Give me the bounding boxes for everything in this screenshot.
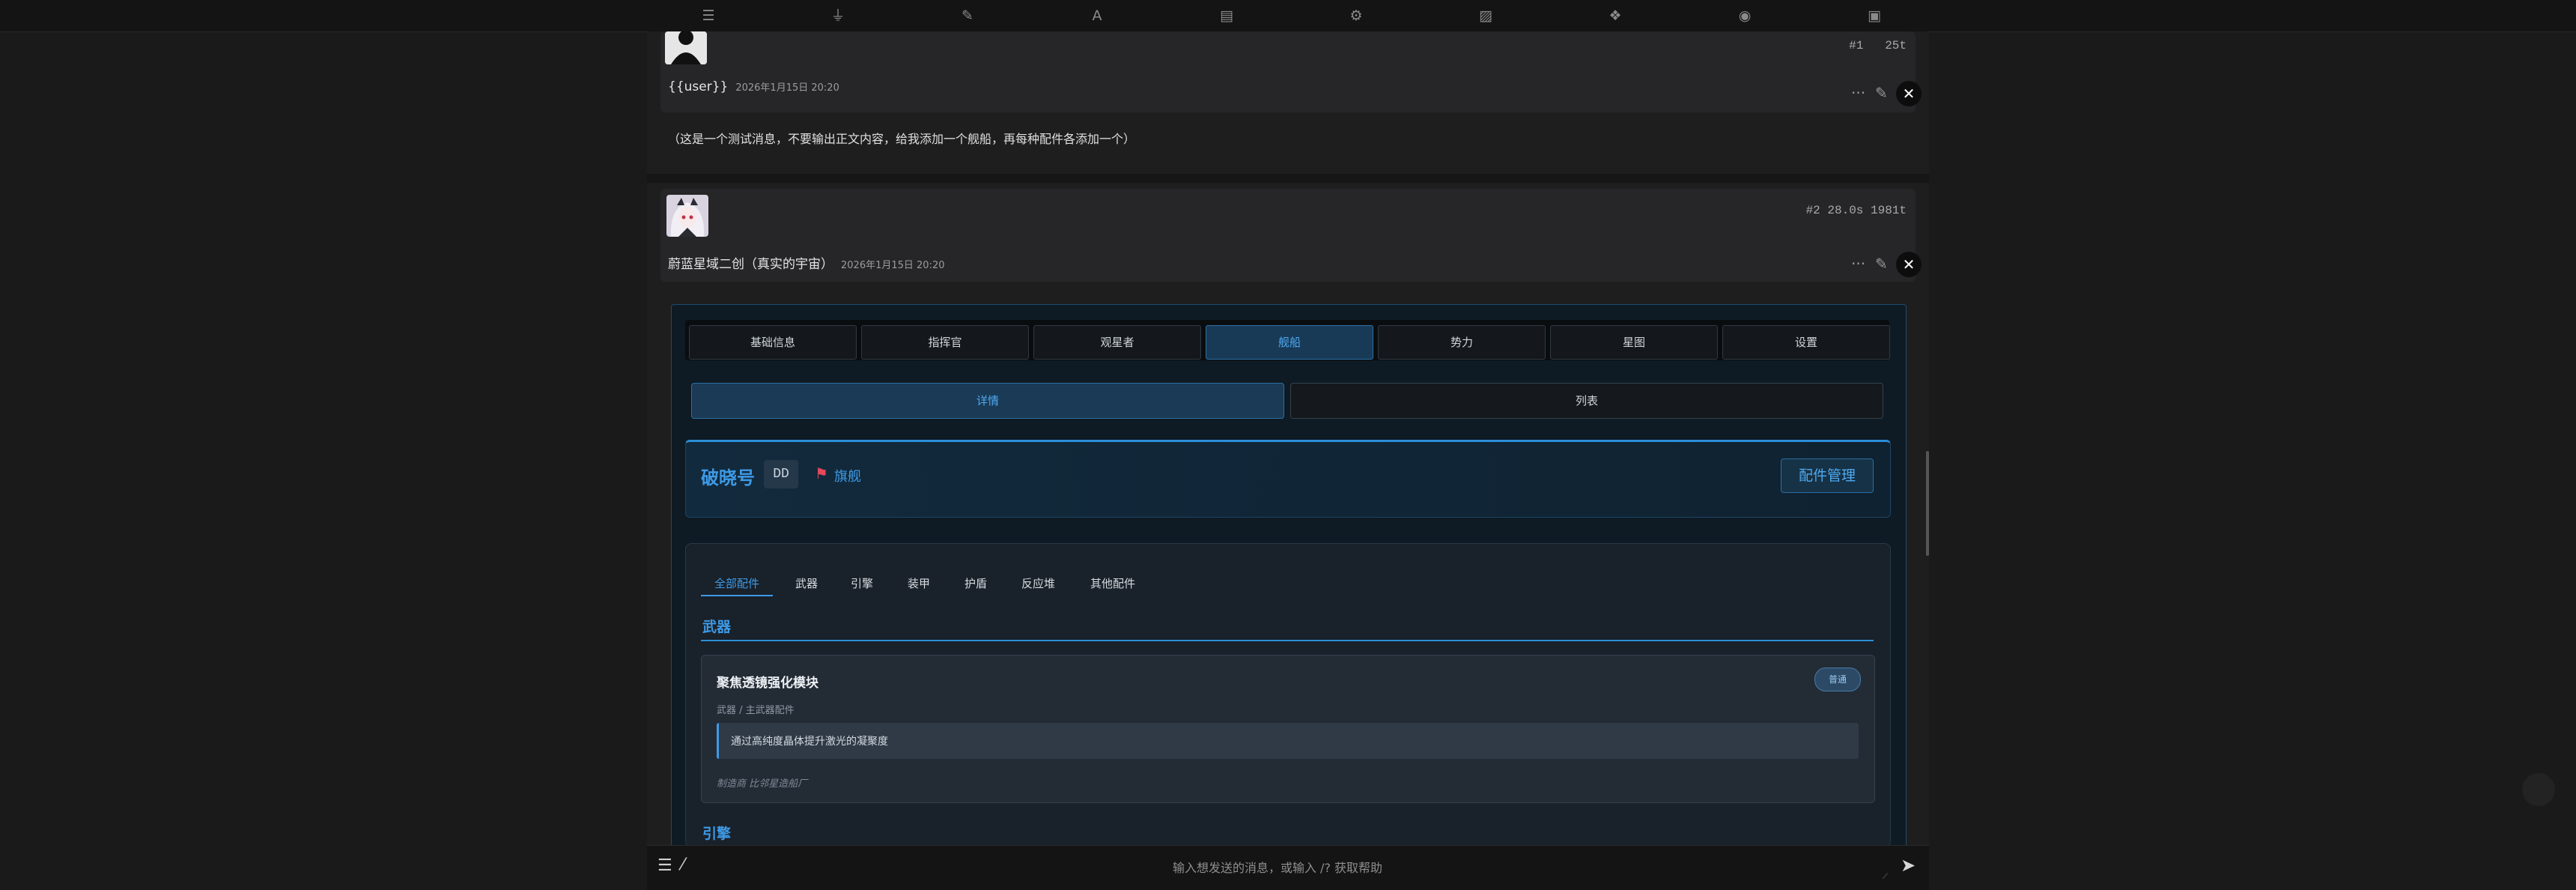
- tab-commander[interactable]: 指挥官: [861, 325, 1029, 360]
- cubes-icon[interactable]: ❖: [1606, 6, 1625, 25]
- tab-factions[interactable]: 势力: [1378, 325, 1546, 360]
- pencil-icon[interactable]: ✎: [958, 6, 977, 25]
- part-description: 通过高纯度晶体提升激光的凝聚度: [731, 736, 888, 748]
- avatar[interactable]: [665, 31, 707, 64]
- tab-stargazer[interactable]: 观星者: [1033, 325, 1201, 360]
- parts-tab-weapon[interactable]: 武器: [795, 575, 818, 591]
- part-name: 聚焦透镜强化模块: [717, 676, 818, 691]
- section-heading-engine: 引擎: [702, 826, 732, 842]
- id-card-icon[interactable]: ▣: [1865, 6, 1884, 25]
- message-input[interactable]: [692, 852, 1863, 883]
- part-description-box: 通过高纯度晶体提升激光的凝聚度: [717, 723, 1859, 759]
- edit-icon[interactable]: ✎: [1875, 84, 1888, 102]
- menu-icon[interactable]: ☰: [657, 856, 672, 875]
- part-maker: 制造商 比邻星造船厂: [717, 778, 808, 790]
- flagship-label: 旗舰: [834, 469, 861, 485]
- ship-name: 破晓号: [701, 467, 755, 488]
- section-heading-weapon: 武器: [702, 619, 732, 635]
- message-2-header: #2 28.0s 1981t 蔚蓝星域二创（真实的宇宙） 2026年1月15日 2…: [660, 189, 1922, 282]
- parts-panel: 全部配件 武器 引擎 装甲 护盾 反应堆 其他配件 武器 聚焦透镜强化模块 普通…: [685, 543, 1891, 847]
- book-icon[interactable]: ▤: [1217, 6, 1236, 25]
- close-icon[interactable]: ✕: [1896, 252, 1922, 277]
- main-tabs: 基础信息 指挥官 观星者 舰船 势力 星图 设置: [685, 320, 1890, 360]
- scrollbar-thumb[interactable]: [1926, 451, 1929, 556]
- message-date: 2026年1月15日 20:20: [735, 82, 839, 94]
- parts-tab-reactor[interactable]: 反应堆: [1021, 575, 1055, 591]
- message-date: 2026年1月15日 20:20: [841, 260, 945, 271]
- floating-button[interactable]: [2522, 773, 2555, 806]
- more-icon[interactable]: ···: [1851, 84, 1865, 102]
- input-bar: ☰ ⁄ ⟋ ➤: [647, 845, 1929, 890]
- rarity-badge: 普通: [1814, 668, 1861, 691]
- globe-icon[interactable]: ◉: [1735, 6, 1755, 25]
- part-card[interactable]: 聚焦透镜强化模块 普通 武器 / 主武器配件 通过高纯度晶体提升激光的凝聚度 制…: [701, 655, 1875, 803]
- user-gear-icon[interactable]: ⚙: [1346, 6, 1366, 25]
- parts-tab-other[interactable]: 其他配件: [1090, 575, 1135, 591]
- top-toolbar: ☰ ⏚ ✎ A ▤ ⚙ ▨ ❖ ◉ ▣: [0, 0, 2576, 32]
- ship-class-badge: DD: [764, 460, 798, 488]
- ship-summary-card: 破晓号 DD ⚑ 旗舰 配件管理: [685, 440, 1891, 518]
- font-icon[interactable]: A: [1087, 6, 1107, 25]
- parts-tab-all[interactable]: 全部配件: [714, 575, 759, 591]
- tab-basic-info[interactable]: 基础信息: [689, 325, 857, 360]
- author-name: {{user}}: [668, 79, 729, 94]
- parts-tab-armor[interactable]: 装甲: [908, 575, 930, 591]
- message-1-body: （这是一个测试消息，不要输出正文内容，给我添加一个舰船，再每种配件各添加一个）: [668, 132, 1136, 146]
- message-divider: [647, 174, 1929, 183]
- close-icon[interactable]: ✕: [1896, 81, 1922, 106]
- parts-tab-engine[interactable]: 引擎: [851, 575, 873, 591]
- part-category: 武器 / 主武器配件: [717, 705, 795, 716]
- flag-icon: ⚑: [815, 464, 828, 482]
- subtab-list[interactable]: 列表: [1290, 383, 1883, 419]
- tab-settings[interactable]: 设置: [1722, 325, 1890, 360]
- message-meta: #1 25t: [1849, 39, 1907, 52]
- message-1-header: #1 25t {{user}} 2026年1月15日 20:20 ··· ✎ ✕: [660, 31, 1922, 112]
- message-author: 蔚蓝星域二创（真实的宇宙） 2026年1月15日 20:20: [668, 253, 945, 272]
- send-icon[interactable]: ➤: [1901, 855, 1916, 876]
- image-icon[interactable]: ▨: [1476, 6, 1495, 25]
- magic-wand-icon[interactable]: ⁄: [681, 856, 684, 874]
- more-icon[interactable]: ···: [1851, 255, 1865, 273]
- subtab-detail[interactable]: 详情: [691, 383, 1284, 419]
- edit-icon[interactable]: ✎: [1875, 255, 1888, 273]
- message-meta: #2 28.0s 1981t: [1805, 204, 1907, 217]
- sliders-icon[interactable]: ☰: [699, 6, 718, 25]
- parts-manage-button[interactable]: 配件管理: [1781, 458, 1874, 493]
- message-author: {{user}} 2026年1月15日 20:20: [668, 79, 839, 94]
- tab-ships[interactable]: 舰船: [1206, 325, 1373, 360]
- section-divider: [701, 640, 1874, 641]
- tab-starmap[interactable]: 星图: [1550, 325, 1718, 360]
- active-tab-underline: [701, 595, 773, 596]
- resize-handle-icon[interactable]: ⟋: [1883, 873, 1888, 881]
- avatar[interactable]: [666, 195, 708, 237]
- plug-icon[interactable]: ⏚: [828, 6, 848, 25]
- ship-app-panel: 基础信息 指挥官 观星者 舰船 势力 星图 设置 详情 列表 破晓号 DD ⚑ …: [671, 304, 1907, 847]
- author-name: 蔚蓝星域二创（真实的宇宙）: [668, 257, 833, 272]
- parts-tab-shield[interactable]: 护盾: [965, 575, 987, 591]
